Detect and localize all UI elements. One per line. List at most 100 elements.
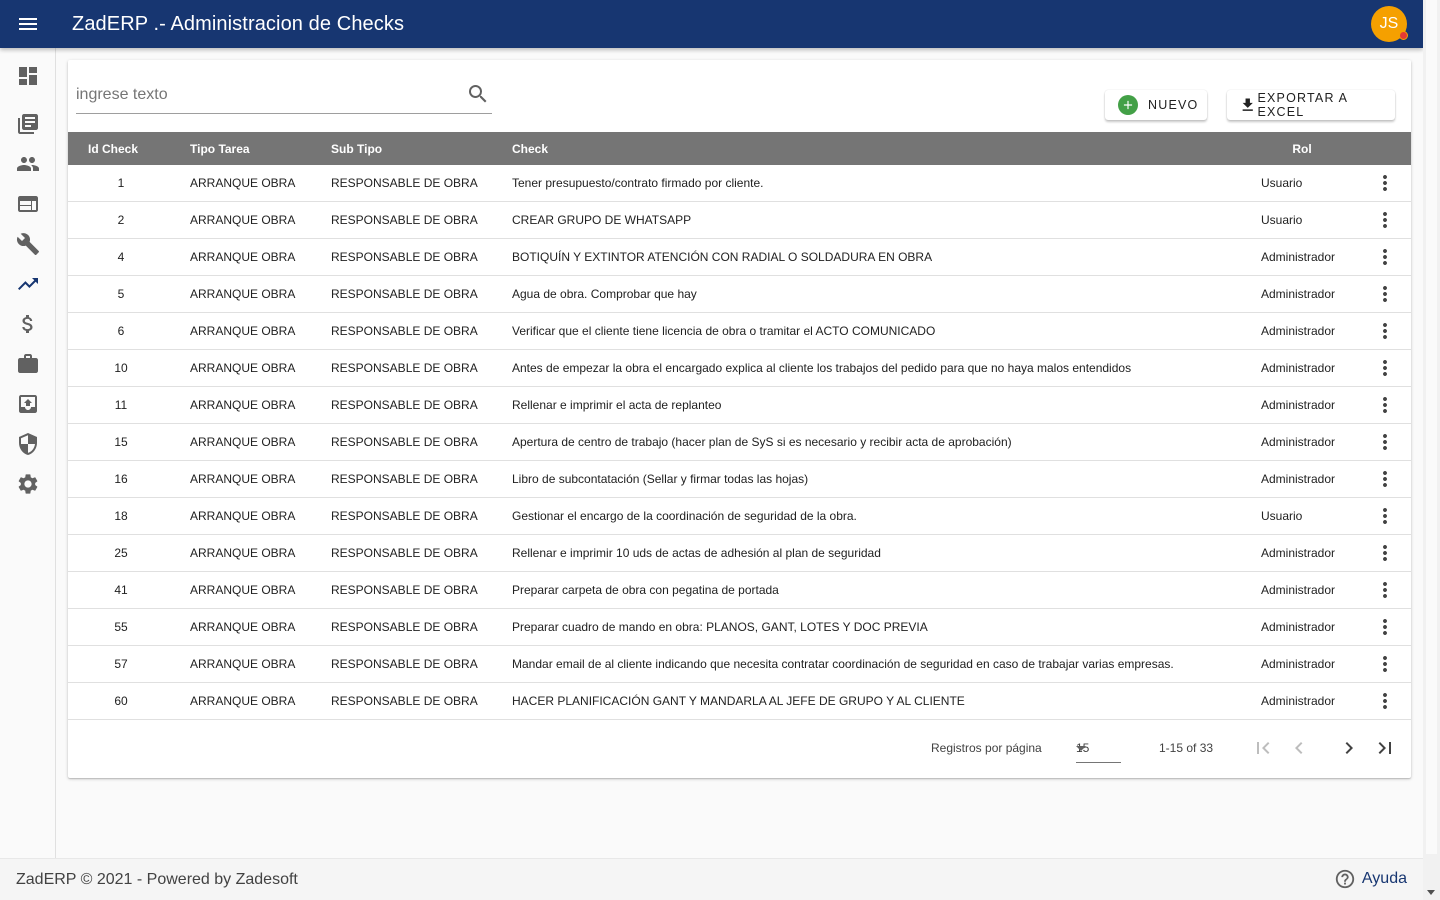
table-row[interactable]: 4 ARRANQUE OBRA RESPONSABLE DE OBRA BOTIQUÍ… xyxy=(68,239,1411,276)
cell-rol: Administrador xyxy=(1261,583,1336,597)
page-size-select[interactable]: 15 xyxy=(1076,735,1121,763)
scroll-down-arrow[interactable] xyxy=(1427,890,1435,895)
scrollbar-thumb[interactable] xyxy=(1426,0,1437,854)
sidebar-item-work[interactable] xyxy=(0,344,55,384)
cell-id-check: 5 xyxy=(117,287,125,301)
sidebar-item-trending[interactable] xyxy=(0,264,55,304)
row-actions-button[interactable] xyxy=(1359,689,1411,713)
cell-sub-tipo: RESPONSABLE DE OBRA xyxy=(331,361,478,375)
help-circle-icon xyxy=(1335,869,1355,889)
chevron-right-icon xyxy=(1345,742,1353,754)
row-actions-button[interactable] xyxy=(1359,615,1411,639)
cell-sub-tipo: RESPONSABLE DE OBRA xyxy=(331,250,478,264)
cell-check: Agua de obra. Comprobar que hay xyxy=(512,287,697,301)
first-page-button[interactable] xyxy=(1251,736,1275,760)
table-row[interactable]: 10 ARRANQUE OBRA RESPONSABLE DE OBRA Antes … xyxy=(68,350,1411,387)
cell-id-check: 4 xyxy=(117,250,125,264)
search-icon[interactable] xyxy=(466,82,490,106)
briefcase-icon xyxy=(17,354,38,373)
cell-rol: Administrador xyxy=(1261,324,1336,338)
sidebar-item-settings[interactable] xyxy=(0,464,55,504)
table-row[interactable]: 11 ARRANQUE OBRA RESPONSABLE DE OBRA Rellen… xyxy=(68,387,1411,424)
cell-sub-tipo: RESPONSABLE DE OBRA xyxy=(331,176,478,190)
cell-id-check: 25 xyxy=(114,546,128,560)
row-actions-button[interactable] xyxy=(1359,356,1411,380)
header-check[interactable]: Check xyxy=(495,142,1245,156)
header-id-check[interactable]: Id Check xyxy=(68,142,174,156)
row-actions-button[interactable] xyxy=(1359,652,1411,676)
cell-sub-tipo: RESPONSABLE DE OBRA xyxy=(331,287,478,301)
sidebar-item-dashboard[interactable] xyxy=(0,48,55,104)
cell-id-check: 41 xyxy=(114,583,128,597)
table-row[interactable]: 1 ARRANQUE OBRA RESPONSABLE DE OBRA Tener p… xyxy=(68,165,1411,202)
search-input[interactable] xyxy=(76,80,456,110)
table-row[interactable]: 6 ARRANQUE OBRA RESPONSABLE DE OBRA Verific… xyxy=(68,313,1411,350)
wrench-icon xyxy=(16,233,39,255)
cell-check: Mandar email de al cliente indicando que… xyxy=(512,657,1174,671)
cell-rol: Administrador xyxy=(1261,694,1336,708)
header-rol[interactable]: Rol xyxy=(1245,142,1359,156)
page-range: 1-15 of 33 xyxy=(1159,741,1214,755)
help-label: Ayuda xyxy=(1361,870,1407,887)
row-actions-button[interactable] xyxy=(1359,171,1411,195)
next-page-button[interactable] xyxy=(1337,736,1361,760)
table-row[interactable]: 57 ARRANQUE OBRA RESPONSABLE DE OBRA Mandar… xyxy=(68,646,1411,683)
previous-page-button[interactable] xyxy=(1287,736,1311,760)
row-actions-button[interactable] xyxy=(1359,393,1411,417)
cell-tipo-tarea: ARRANQUE OBRA xyxy=(190,324,296,338)
cell-tipo-tarea: ARRANQUE OBRA xyxy=(190,361,296,375)
cell-check: Preparar carpeta de obra con pegatina de… xyxy=(512,583,779,597)
table-row[interactable]: 2 ARRANQUE OBRA RESPONSABLE DE OBRA CREAR G… xyxy=(68,202,1411,239)
cell-id-check: 1 xyxy=(117,176,125,190)
cell-rol: Administrador xyxy=(1261,250,1336,264)
notification-dot xyxy=(1399,31,1408,40)
row-actions-button[interactable] xyxy=(1359,282,1411,306)
row-actions-button[interactable] xyxy=(1359,541,1411,565)
table-row[interactable]: 25 ARRANQUE OBRA RESPONSABLE DE OBRA Rellen… xyxy=(68,535,1411,572)
shield-icon xyxy=(18,433,37,455)
menu-button[interactable] xyxy=(0,0,56,48)
table-row[interactable]: 18 ARRANQUE OBRA RESPONSABLE DE OBRA Gestio… xyxy=(68,498,1411,535)
header-tipo-tarea[interactable]: Tipo Tarea xyxy=(174,142,314,156)
footer-copyright: ZadERP © 2021 - Powered by Zadesoft xyxy=(16,870,298,888)
more-vert-icon xyxy=(1383,656,1387,672)
row-actions-button[interactable] xyxy=(1359,578,1411,602)
sidebar-item-people[interactable] xyxy=(0,144,55,184)
table-row[interactable]: 5 ARRANQUE OBRA RESPONSABLE DE OBRA Agua de… xyxy=(68,276,1411,313)
sidebar-item-security[interactable] xyxy=(0,424,55,464)
table-row[interactable]: 41 ARRANQUE OBRA RESPONSABLE DE OBRA Prepar… xyxy=(68,572,1411,609)
library-books-icon xyxy=(17,114,38,134)
cell-sub-tipo: RESPONSABLE DE OBRA xyxy=(331,435,478,449)
cell-id-check: 60 xyxy=(114,694,128,708)
row-actions-button[interactable] xyxy=(1359,319,1411,343)
table-row[interactable]: 60 ARRANQUE OBRA RESPONSABLE DE OBRA HACER … xyxy=(68,683,1411,720)
row-actions-button[interactable] xyxy=(1359,504,1411,528)
row-actions-button[interactable] xyxy=(1359,208,1411,232)
table-row[interactable]: 16 ARRANQUE OBRA RESPONSABLE DE OBRA Libro … xyxy=(68,461,1411,498)
row-actions-button[interactable] xyxy=(1359,245,1411,269)
row-actions-button[interactable] xyxy=(1359,430,1411,454)
page-scrollbar[interactable] xyxy=(1423,0,1440,900)
sidebar-item-finance[interactable] xyxy=(0,304,55,344)
user-avatar[interactable]: JS xyxy=(1371,6,1408,42)
cell-tipo-tarea: ARRANQUE OBRA xyxy=(190,250,296,264)
sidebar-item-web[interactable] xyxy=(0,184,55,224)
new-button[interactable]: NUEVO xyxy=(1105,90,1207,120)
help-link[interactable]: Ayuda xyxy=(1334,868,1407,890)
sidebar-item-library[interactable] xyxy=(0,104,55,144)
sidebar-item-archive[interactable] xyxy=(0,384,55,424)
last-page-icon xyxy=(1378,742,1391,754)
table-row[interactable]: 55 ARRANQUE OBRA RESPONSABLE DE OBRA Prepar… xyxy=(68,609,1411,646)
export-excel-button[interactable]: EXPORTAR A EXCEL xyxy=(1227,90,1395,120)
more-vert-icon xyxy=(1383,212,1387,228)
row-actions-button[interactable] xyxy=(1359,467,1411,491)
cell-tipo-tarea: ARRANQUE OBRA xyxy=(190,546,296,560)
cell-tipo-tarea: ARRANQUE OBRA xyxy=(190,435,296,449)
last-page-button[interactable] xyxy=(1373,736,1397,760)
sidebar xyxy=(0,48,56,858)
sidebar-item-tools[interactable] xyxy=(0,224,55,264)
header-sub-tipo[interactable]: Sub Tipo xyxy=(314,142,495,156)
cell-id-check: 10 xyxy=(114,361,128,375)
cell-check: Rellenar e imprimir 10 uds de actas de a… xyxy=(512,546,881,560)
table-row[interactable]: 15 ARRANQUE OBRA RESPONSABLE DE OBRA Apertu… xyxy=(68,424,1411,461)
